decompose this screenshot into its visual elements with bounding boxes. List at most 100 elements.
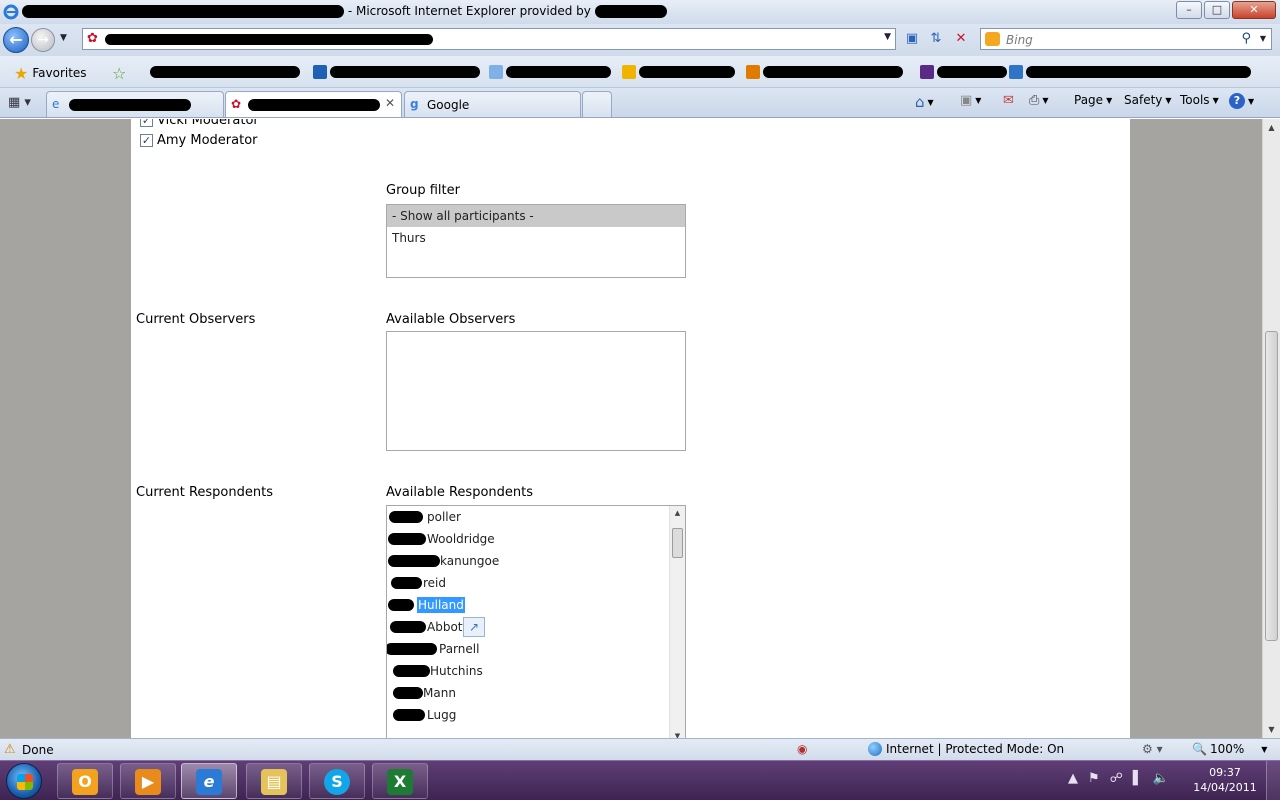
search-input[interactable]: Bing ⚲ ▼: [980, 28, 1272, 50]
maximize-button[interactable]: □: [1204, 1, 1230, 19]
favorite-link[interactable]: [1009, 65, 1251, 79]
tab-1[interactable]: e: [46, 91, 224, 117]
taskbar: O ▶ e ▤ S X ▲ ⚑ ☍ ▌ 🔈 09:37 14/04/2011: [0, 760, 1280, 800]
address-dropdown-icon[interactable]: ▼: [884, 32, 891, 42]
scroll-up-arrow-icon[interactable]: ▲: [1263, 119, 1280, 136]
favorite-link[interactable]: [150, 65, 300, 79]
respondent-option[interactable]: Wooldridge: [387, 528, 670, 550]
excel-icon: X: [387, 769, 413, 795]
security-zone[interactable]: Internet | Protected Mode: On: [868, 742, 1064, 756]
checkbox-checked[interactable]: ✓: [140, 119, 153, 127]
home-button[interactable]: ⌂ ▼: [915, 93, 934, 111]
taskbar-skype[interactable]: S: [309, 763, 365, 799]
scroll-thumb[interactable]: [1265, 331, 1278, 641]
scroll-down-arrow-icon[interactable]: ▼: [1263, 721, 1280, 738]
respondent-name: Parnell: [439, 642, 480, 656]
network-icon[interactable]: ▌: [1133, 771, 1143, 786]
redacted-text: [388, 533, 426, 545]
moderator-name: Amy Moderator: [157, 133, 258, 148]
respondent-option[interactable]: poller: [387, 506, 670, 528]
taskbar-excel[interactable]: X: [372, 763, 428, 799]
forward-button[interactable]: →: [31, 28, 55, 52]
show-desktop-button[interactable]: [1266, 761, 1280, 800]
respondent-option[interactable]: Parnell: [387, 638, 670, 660]
start-button[interactable]: [6, 763, 42, 799]
minimize-button[interactable]: –: [1176, 1, 1202, 19]
respondent-option[interactable]: Abbott ↗: [387, 616, 670, 638]
available-observers-listbox[interactable]: [386, 331, 686, 451]
site-favicon-icon: [489, 65, 503, 79]
page-menu[interactable]: Page ▼: [1074, 93, 1112, 107]
respondent-option[interactable]: Mann: [387, 682, 670, 704]
redacted-text: [763, 66, 903, 78]
taskbar-media-player[interactable]: ▶: [120, 763, 176, 799]
zoom-control[interactable]: 🔍 100% ▼: [1192, 742, 1267, 756]
tab-2-active[interactable]: ✿ ✕: [225, 91, 402, 117]
popup-blocker-icon[interactable]: ◉: [797, 742, 807, 756]
scroll-down-arrow-icon[interactable]: ▼: [670, 729, 685, 738]
safety-menu[interactable]: Safety ▼: [1124, 93, 1172, 107]
add-to-favorites-icon[interactable]: ☆: [112, 64, 126, 83]
respondent-option[interactable]: Hutchins: [387, 660, 670, 682]
back-button[interactable]: ←: [3, 27, 29, 53]
page-scrollbar[interactable]: ▲ ▼: [1262, 119, 1280, 738]
new-tab-button[interactable]: [582, 91, 612, 117]
zoom-dropdown-icon[interactable]: ▼: [1261, 745, 1267, 754]
search-icon[interactable]: ⚲: [1241, 31, 1251, 46]
bing-icon: [985, 32, 1000, 46]
respondent-option-selected[interactable]: Hulland: [387, 594, 670, 616]
popout-arrow-icon[interactable]: ↗: [463, 617, 485, 637]
read-mail-button[interactable]: ✉: [1003, 93, 1014, 108]
respondent-option[interactable]: kanungoe: [387, 550, 670, 572]
stop-icon[interactable]: ✕: [951, 30, 971, 48]
protected-mode-icon[interactable]: ⚙ ▾: [1142, 742, 1163, 756]
taskbar-outlook[interactable]: O: [57, 763, 113, 799]
address-input[interactable]: ✿ ▼: [82, 28, 896, 50]
group-filter-listbox[interactable]: - Show all participants - Thurs: [386, 204, 686, 278]
favorite-link[interactable]: [489, 65, 611, 79]
quick-tabs-icon[interactable]: ▦ ▾: [8, 95, 31, 110]
recent-pages-dropdown[interactable]: ▼: [60, 33, 67, 43]
redacted-text: [389, 511, 423, 523]
tab-bar: ▦ ▾ e ✿ ✕ g Google ⌂ ▼ ▣ ▼ ✉ ⎙ ▼ Page ▼ Safe…: [0, 88, 1280, 118]
volume-icon[interactable]: 🔈: [1153, 771, 1169, 786]
favorites-button[interactable]: ★ Favorites: [14, 62, 87, 84]
tools-menu[interactable]: Tools ▼: [1180, 93, 1219, 107]
checkbox-checked[interactable]: ✓: [140, 134, 153, 147]
favorite-link[interactable]: [622, 65, 735, 79]
help-menu[interactable]: ? ▼: [1229, 93, 1254, 109]
taskbar-windows-explorer[interactable]: ▤: [246, 763, 302, 799]
close-button[interactable]: ✕: [1232, 1, 1276, 19]
print-button[interactable]: ⎙ ▼: [1029, 93, 1049, 108]
moderator-checkbox-row[interactable]: ✓ Amy Moderator: [140, 133, 258, 148]
favorite-link[interactable]: [313, 65, 480, 79]
favorites-bar: ★ Favorites ☆: [0, 56, 1280, 88]
show-hidden-icons-icon[interactable]: ▲: [1068, 771, 1078, 786]
respondent-option[interactable]: Lugg: [387, 704, 670, 726]
group-filter-option-selected[interactable]: - Show all participants -: [387, 205, 685, 227]
clock[interactable]: 09:37 14/04/2011: [1190, 765, 1260, 795]
close-tab-icon[interactable]: ✕: [385, 96, 395, 110]
favorite-link[interactable]: [920, 65, 1007, 79]
warning-icon: ⚠: [4, 742, 16, 757]
available-respondents-listbox[interactable]: poller Wooldridge kanungoe reid Hulland: [386, 505, 686, 738]
scroll-up-arrow-icon[interactable]: ▲: [670, 506, 685, 521]
refresh-icon[interactable]: ⇅: [926, 30, 946, 48]
window-controls: – □ ✕: [1176, 1, 1276, 19]
redacted-text: [391, 577, 422, 589]
respondents-scrollbar[interactable]: ▲ ▼: [669, 506, 685, 738]
moderator-checkbox-row[interactable]: ✓ Vicki Moderator: [140, 119, 259, 128]
taskbar-internet-explorer[interactable]: e: [181, 763, 237, 799]
respondent-option[interactable]: reid: [387, 572, 670, 594]
windows-logo-icon: [17, 774, 33, 790]
respondents-list: poller Wooldridge kanungoe reid Hulland: [387, 506, 670, 726]
search-dropdown-icon[interactable]: ▼: [1260, 34, 1266, 43]
tab-google[interactable]: g Google: [404, 91, 581, 117]
feeds-button[interactable]: ▣ ▼: [960, 93, 981, 108]
power-icon[interactable]: ☍: [1110, 771, 1123, 786]
action-center-flag-icon[interactable]: ⚑: [1088, 771, 1100, 786]
group-filter-option[interactable]: Thurs: [387, 227, 685, 249]
scroll-thumb[interactable]: [672, 528, 683, 558]
compatibility-view-icon[interactable]: ▣: [902, 30, 922, 48]
favorite-link[interactable]: [746, 65, 903, 79]
